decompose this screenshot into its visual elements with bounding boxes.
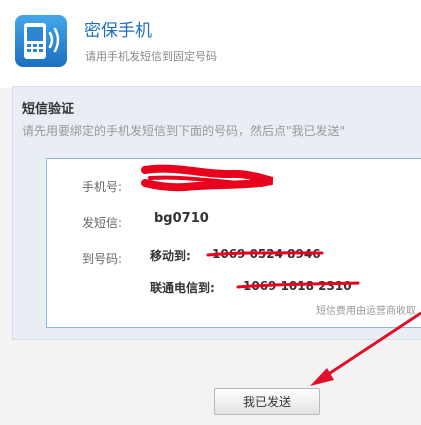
unicom-label: 联通电信到: bbox=[150, 281, 215, 295]
send-text-label: 发短信: bbox=[82, 216, 123, 230]
mobile-label: 移动到: bbox=[150, 249, 191, 263]
sms-verify-title: 短信验证 bbox=[22, 102, 75, 117]
sent-button[interactable]: 我已发送 bbox=[214, 388, 320, 415]
mobile-phone-icon bbox=[15, 15, 67, 67]
arrow-head bbox=[310, 368, 334, 386]
unicom-number: 1069 1018 2310 bbox=[243, 279, 352, 293]
page-subtitle: 请用手机发短信到固定号码 bbox=[85, 50, 217, 63]
page-title: 密保手机 bbox=[84, 21, 152, 41]
send-text-value: bg0710 bbox=[154, 211, 209, 226]
header: 密保手机 请用手机发短信到固定号码 bbox=[0, 0, 421, 88]
to-number-label: 到号码: bbox=[82, 252, 123, 266]
phone-label: 手机号: bbox=[82, 180, 123, 194]
fee-note: 短信费用由运营商收取 bbox=[316, 306, 416, 317]
sms-instruction: 请先用要绑定的手机发短信到下面的号码，然后点"我已发送" bbox=[22, 124, 346, 138]
mobile-number: 1069 0524 8946 bbox=[212, 247, 321, 261]
